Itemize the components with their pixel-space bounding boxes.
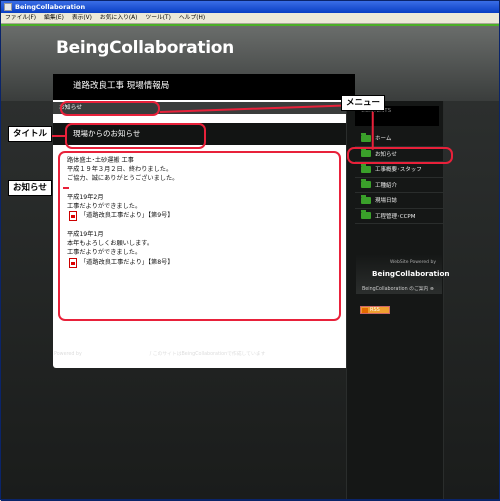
sidebar-item-label: 工程管理･CCPM	[375, 213, 416, 220]
menu-view[interactable]: 表示(V)	[68, 13, 96, 24]
folder-icon	[361, 179, 371, 189]
folder-icon	[361, 194, 371, 204]
powered-by-box: WebSite Powered by BeingCollaboration Be…	[356, 254, 450, 294]
footer-brand[interactable]: BeingCollaboration	[83, 350, 148, 357]
sidebar-item-label: 工事概要･スタッフ	[375, 167, 422, 174]
window-title: BeingCollaboration	[15, 3, 86, 11]
folder-icon	[361, 163, 371, 173]
sidebar-item-label: 工種紹介	[375, 182, 398, 189]
rss-icon[interactable]: RSS	[360, 306, 390, 314]
menu-favorites[interactable]: お気に入り(A)	[96, 13, 141, 24]
sidebar-item-label: ホーム	[375, 136, 392, 143]
app-icon	[4, 3, 12, 11]
sidebar-item-work-types[interactable]: 工種紹介	[355, 178, 443, 193]
menu-edit[interactable]: 編集(E)	[40, 13, 68, 24]
callout-notice: お知らせ	[8, 180, 52, 196]
menu-file[interactable]: ファイル(F)	[1, 13, 40, 24]
footer-prefix: Powered by	[54, 352, 82, 357]
annotation-connector	[63, 187, 69, 189]
annotation-oval-title	[65, 123, 206, 149]
sidebar-item-overview[interactable]: 工事概要･スタッフ	[355, 162, 443, 178]
annotation-connector	[51, 135, 67, 137]
annotation-oval-menu	[347, 147, 453, 164]
annotation-oval-notice	[58, 151, 341, 321]
menubar: ファイル(F) 編集(E) 表示(V) お気に入り(A) ツール(T) ヘルプ(…	[1, 13, 499, 24]
sidebar-item-schedule[interactable]: 工程管理･CCPM	[355, 209, 443, 224]
footer-suffix: / このサイトはBeingCollaborationで作成しています	[149, 352, 266, 357]
powered-by-caption: WebSite Powered by	[390, 260, 436, 265]
annotation-connector	[372, 111, 374, 150]
page-footer: Powered by BeingCollaboration / このサイトはBe…	[54, 350, 265, 357]
sidebar-menu: ホーム お知らせ 工事概要･スタッフ 工種紹介 現場日誌 工程管理･CCPM	[355, 131, 443, 224]
browser-window: BeingCollaboration ファイル(F) 編集(E) 表示(V) お…	[0, 0, 500, 501]
site-logo[interactable]: BeingCollaboration	[56, 38, 234, 58]
folder-icon	[361, 210, 371, 220]
powered-by-brand[interactable]: BeingCollaboration	[372, 269, 450, 278]
sidebar-item-diary[interactable]: 現場日誌	[355, 193, 443, 209]
callout-menu: メニュー	[341, 95, 386, 111]
powered-by-link[interactable]: BeingCollaboration のご案内 ⊕	[362, 285, 434, 292]
folder-icon	[361, 132, 371, 142]
sidebar-item-label: 現場日誌	[375, 198, 398, 205]
annotation-oval-breadcrumb	[60, 101, 160, 116]
menu-help[interactable]: ヘルプ(H)	[175, 13, 209, 24]
callout-title: タイトル	[8, 126, 53, 142]
window-titlebar: BeingCollaboration	[1, 1, 499, 13]
site-title: 道路改良工事 現場情報局	[53, 74, 355, 100]
menu-tools[interactable]: ツール(T)	[141, 13, 174, 24]
sidebar-item-home[interactable]: ホーム	[355, 131, 443, 147]
